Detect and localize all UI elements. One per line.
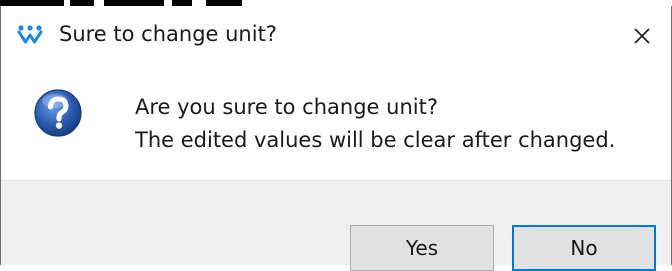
question-icon	[34, 89, 82, 137]
gowin-logo-icon	[17, 25, 43, 44]
close-button[interactable]	[613, 6, 671, 66]
dialog-title: Sure to change unit?	[59, 22, 277, 46]
title-bar[interactable]: Sure to change unit?	[1, 6, 671, 66]
close-icon	[634, 28, 650, 44]
dialog-content: Are you sure to change unit? The edited …	[1, 66, 671, 180]
message-line-2: The edited values will be clear after ch…	[135, 128, 616, 152]
button-bar: Yes No	[1, 180, 671, 271]
message-line-1: Are you sure to change unit?	[135, 95, 438, 119]
no-button[interactable]: No	[512, 225, 656, 271]
confirm-dialog: Sure to change unit? Are you sure to cha…	[0, 6, 672, 271]
yes-button[interactable]: Yes	[350, 225, 494, 271]
